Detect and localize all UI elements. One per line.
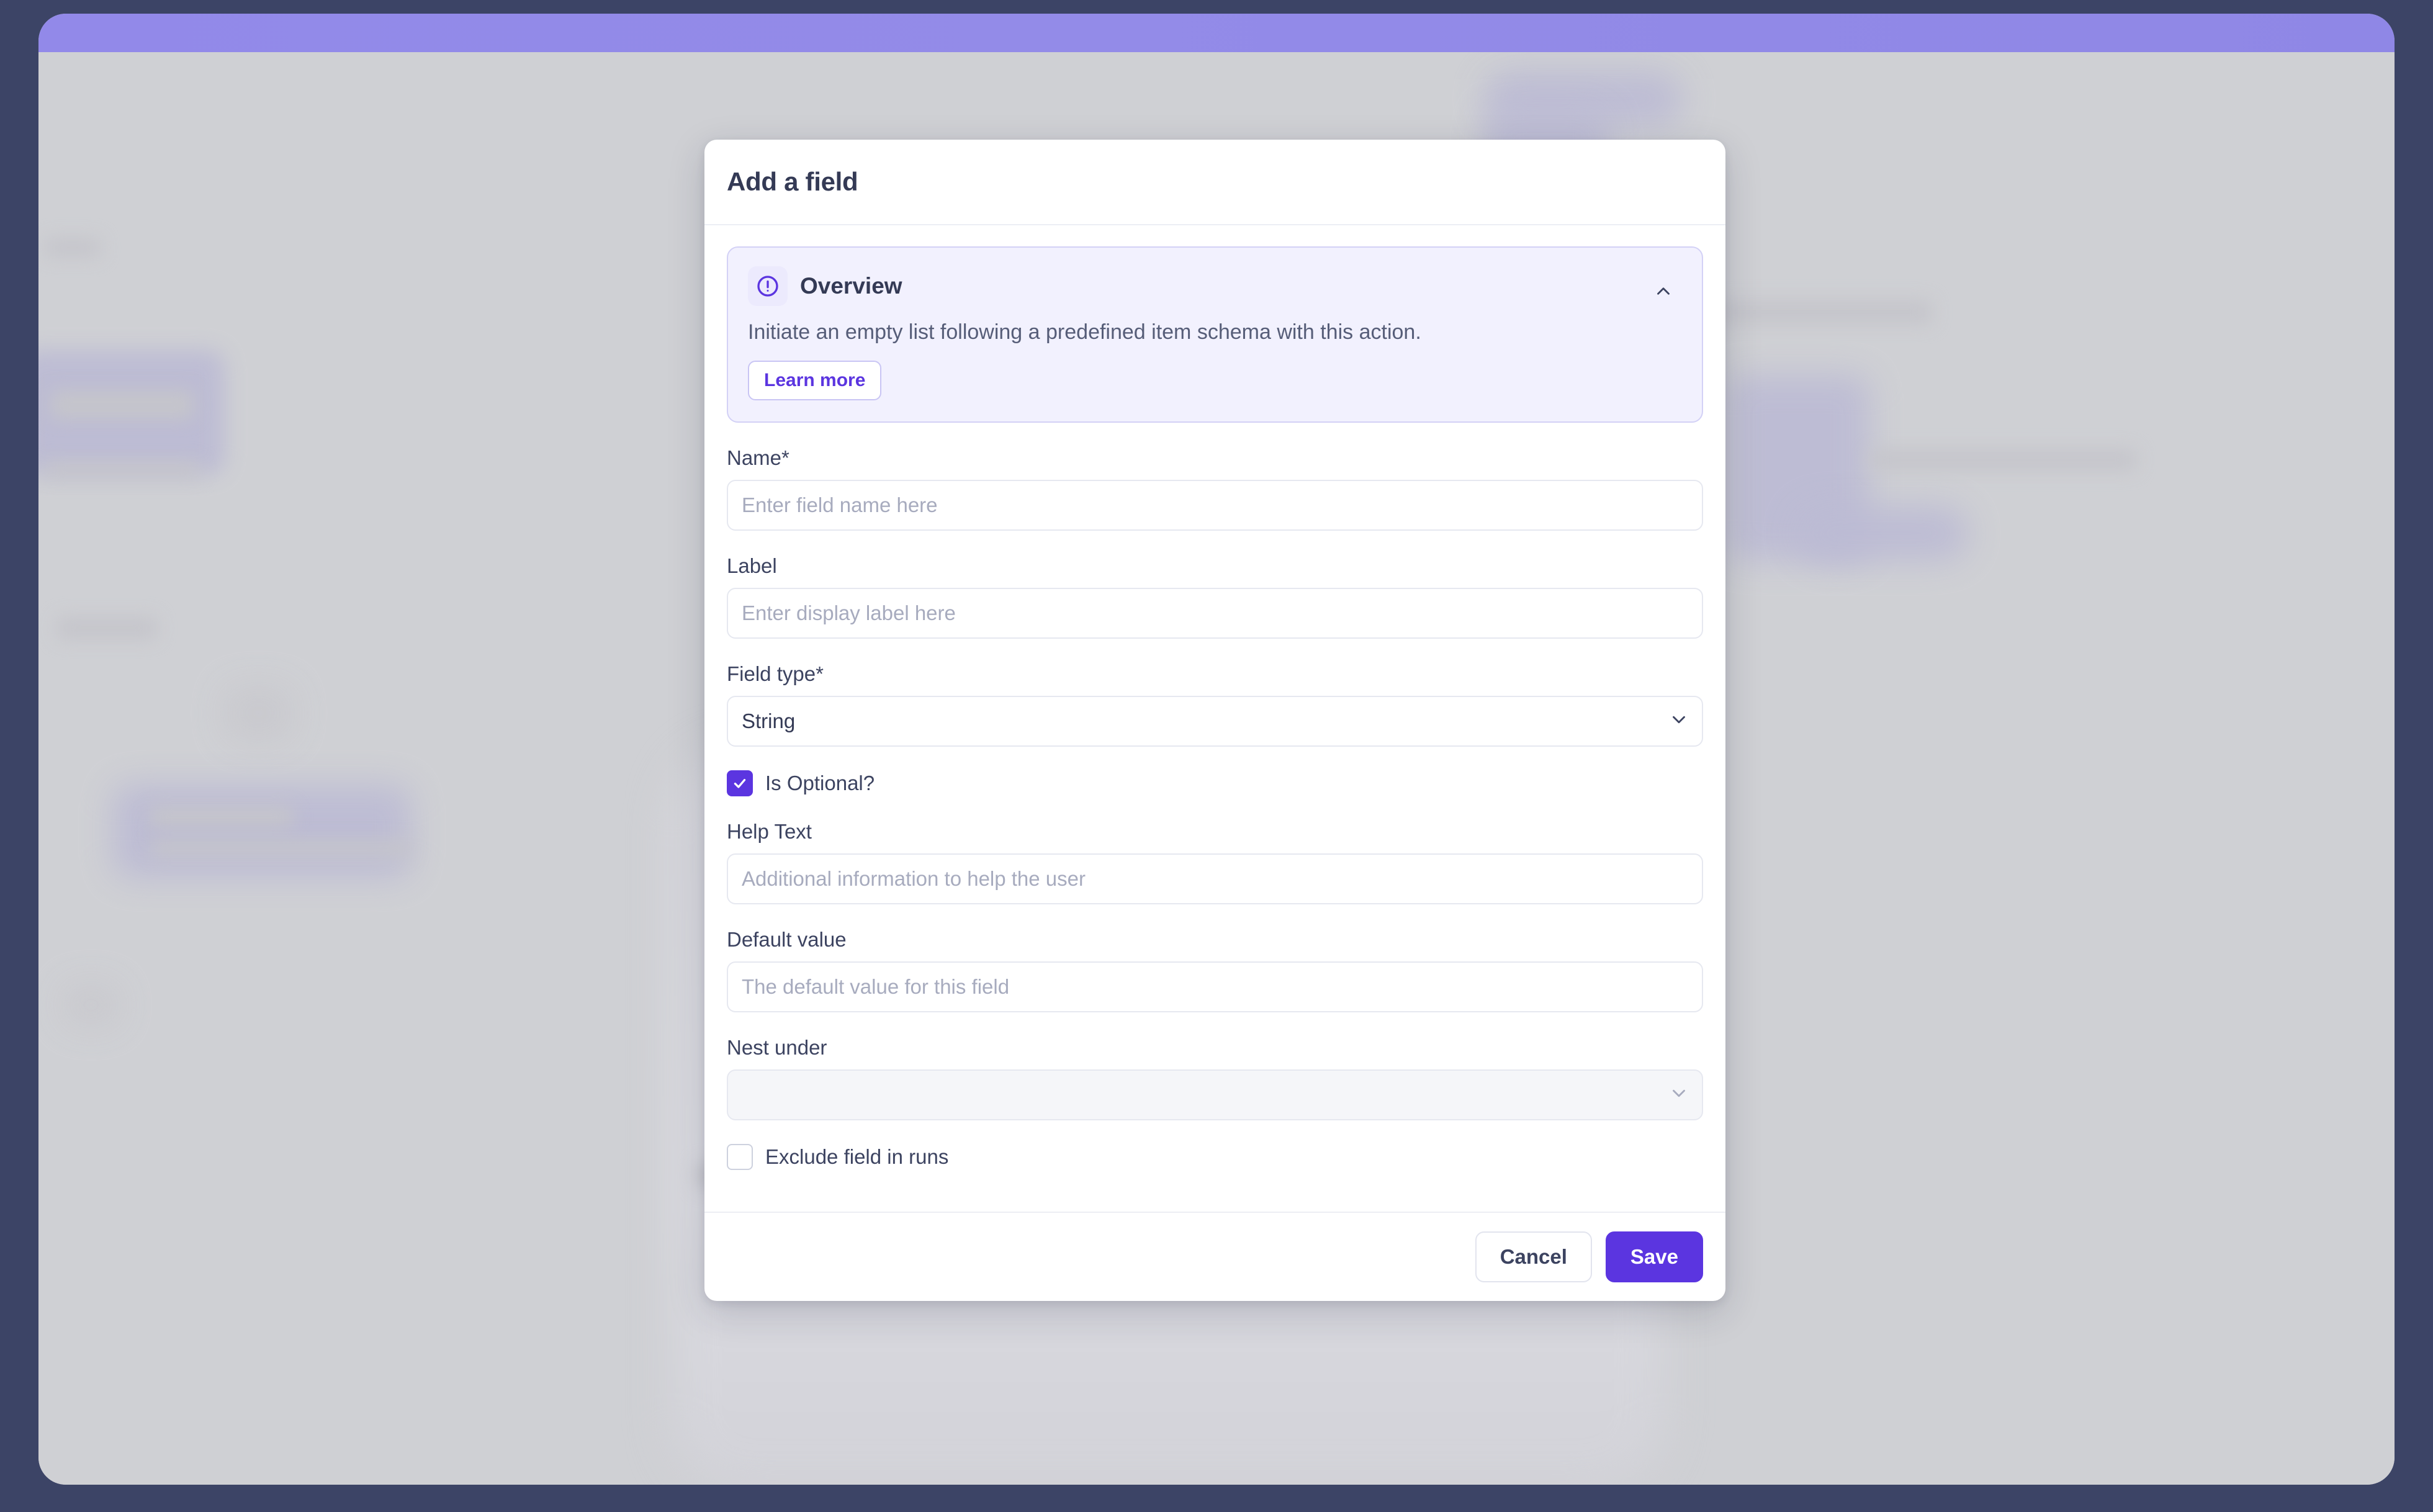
- default-value-label: Default value: [727, 927, 847, 951]
- default-value-group: Default value: [727, 928, 1703, 1012]
- canvas-node-text: [150, 806, 293, 827]
- browser-frame: Add a field Overview Initiate an empty l…: [0, 0, 2433, 1512]
- canvas-node-text: [150, 840, 411, 857]
- canvas-node-text: [57, 617, 156, 639]
- exclude-field-in-runs-label: Exclude field in runs: [765, 1145, 949, 1168]
- field-type-label: Field type*: [727, 662, 824, 685]
- app-viewport: Add a field Overview Initiate an empty l…: [38, 14, 2395, 1485]
- cancel-button[interactable]: Cancel: [1475, 1231, 1592, 1282]
- is-optional-row[interactable]: Is Optional?: [727, 770, 1703, 796]
- canvas-node-text: [45, 462, 200, 478]
- chevron-up-icon[interactable]: [1646, 274, 1681, 308]
- help-text-input[interactable]: [727, 853, 1703, 904]
- save-button[interactable]: Save: [1605, 1231, 1703, 1282]
- help-text-group: Help Text: [727, 820, 1703, 904]
- modal-header: Add a field: [704, 140, 1725, 225]
- field-type-select-wrap: String: [727, 695, 1703, 747]
- field-type-value: String: [742, 709, 796, 732]
- is-optional-label: Is Optional?: [765, 771, 875, 794]
- nest-under-select[interactable]: [727, 1069, 1703, 1120]
- overview-header: Overview: [748, 266, 1682, 306]
- field-label-group: Label: [727, 554, 1703, 639]
- canvas-node-text: [1869, 449, 2136, 470]
- overview-callout: Overview Initiate an empty list followin…: [727, 246, 1703, 423]
- field-label-label: Label: [727, 554, 777, 577]
- canvas-node: [113, 785, 411, 878]
- canvas-node: [1795, 505, 1969, 561]
- page-title: Add a field: [727, 167, 858, 196]
- nest-under-label: Nest under: [727, 1035, 827, 1059]
- is-optional-checkbox[interactable]: [727, 770, 753, 796]
- default-value-input[interactable]: [727, 961, 1703, 1012]
- overview-title: Overview: [800, 273, 902, 299]
- field-name-label: Name*: [727, 446, 789, 469]
- app-top-band: [38, 14, 2395, 52]
- exclude-field-in-runs-row[interactable]: Exclude field in runs: [727, 1143, 1703, 1170]
- canvas-node-text: [45, 238, 101, 257]
- nest-under-group: Nest under: [727, 1036, 1703, 1120]
- field-type-select[interactable]: String: [727, 695, 1703, 747]
- canvas-node: [225, 685, 293, 741]
- add-field-modal: Add a field Overview Initiate an empty l…: [704, 140, 1725, 1301]
- field-name-input[interactable]: [727, 479, 1703, 531]
- field-type-group: Field type* String: [727, 662, 1703, 747]
- exclude-field-in-runs-checkbox[interactable]: [727, 1143, 753, 1170]
- field-name: Name*: [727, 446, 1703, 531]
- learn-more-button[interactable]: Learn more: [748, 360, 882, 400]
- canvas-node: [63, 983, 119, 1027]
- nest-under-select-wrap: [727, 1069, 1703, 1120]
- field-label-input[interactable]: [727, 587, 1703, 639]
- alert-circle-icon: [748, 266, 788, 306]
- modal-body: Overview Initiate an empty list followin…: [704, 225, 1725, 1212]
- modal-footer: Cancel Save: [704, 1212, 1725, 1301]
- canvas-node-text: [1714, 300, 1932, 324]
- check-icon: [734, 778, 746, 788]
- overview-description: Initiate an empty list following a prede…: [748, 320, 1421, 344]
- canvas-node-text: [51, 390, 194, 419]
- help-text-label: Help Text: [727, 819, 812, 843]
